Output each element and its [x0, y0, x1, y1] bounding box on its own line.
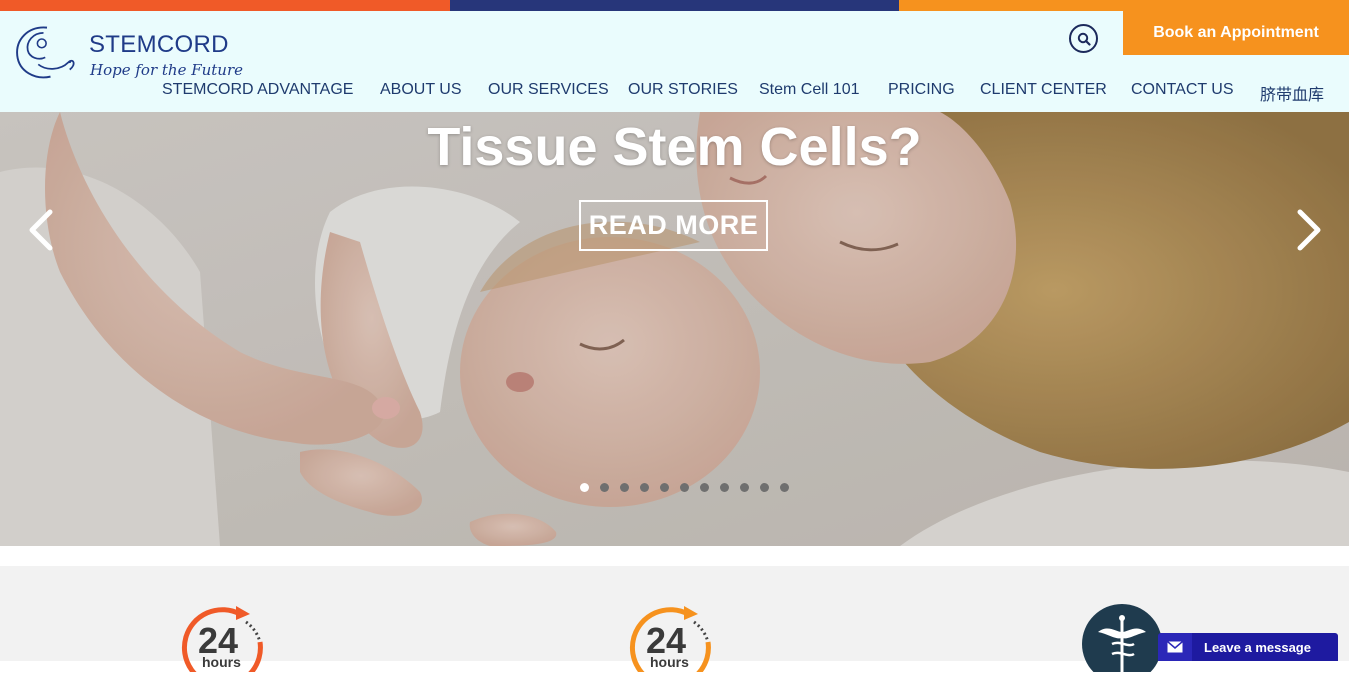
carousel-dot[interactable]	[640, 483, 649, 492]
nav-item-about-us[interactable]: ABOUT US	[380, 81, 462, 99]
site-header: STEMCORD Hope for the Future Book an App…	[0, 11, 1349, 112]
brand-name: STEMCORD	[89, 31, 229, 58]
carousel-dot[interactable]	[740, 483, 749, 492]
nav-item-stemcord-advantage[interactable]: STEMCORD ADVANTAGE	[162, 81, 353, 99]
logo-link[interactable]: STEMCORD Hope for the Future	[0, 11, 270, 81]
carousel-dot[interactable]	[660, 483, 669, 492]
carousel-dot[interactable]	[680, 483, 689, 492]
carousel-dot[interactable]	[600, 483, 609, 492]
caduceus-medical-icon	[1082, 604, 1162, 677]
nav-item-client-center[interactable]: CLIENT CENTER	[980, 81, 1107, 99]
leave-message-label: Leave a message	[1204, 639, 1311, 655]
features-section: 24 hours 24 hours	[0, 566, 1349, 677]
feature-medical	[1080, 602, 1170, 677]
top-strip-amber	[899, 0, 1349, 11]
hero-carousel: Tissue Stem Cells? READ MORE	[0, 112, 1349, 546]
feature-24h-orange: 24 hours	[180, 602, 270, 677]
carousel-dot[interactable]	[620, 483, 629, 492]
nav-item-contact-us[interactable]: CONTACT US	[1131, 81, 1234, 99]
chevron-right-icon[interactable]	[1292, 208, 1326, 252]
feature-24h-amber: 24 hours	[628, 602, 718, 677]
carousel-dot[interactable]	[700, 483, 709, 492]
nav-item-our-stories[interactable]: OUR STORIES	[628, 81, 738, 99]
nav-item-pricing[interactable]: PRICING	[888, 81, 955, 99]
read-more-button[interactable]: READ MORE	[579, 200, 768, 251]
top-strip-orange	[0, 0, 450, 11]
search-button[interactable]	[1069, 24, 1098, 53]
search-icon	[1077, 32, 1091, 46]
carousel-dot[interactable]	[780, 483, 789, 492]
top-color-strip	[0, 0, 1349, 11]
main-nav: STEMCORD ADVANTAGE ABOUT US OUR SERVICES…	[0, 81, 1349, 105]
nav-item-chinese-site[interactable]: 脐带血库	[1260, 81, 1324, 105]
carousel-dot[interactable]	[720, 483, 729, 492]
carousel-dot[interactable]	[760, 483, 769, 492]
chevron-left-icon[interactable]	[24, 208, 58, 252]
envelope-icon	[1158, 633, 1192, 661]
feature-unit: hours	[202, 654, 241, 670]
mother-baby-logo-icon	[16, 26, 75, 79]
nav-item-stem-cell-101[interactable]: Stem Cell 101	[759, 81, 860, 99]
hero-title: Tissue Stem Cells?	[427, 117, 922, 177]
carousel-dots	[580, 483, 789, 492]
book-appointment-button[interactable]: Book an Appointment	[1123, 11, 1349, 55]
leave-message-button[interactable]: Leave a message	[1158, 633, 1338, 661]
feature-unit: hours	[650, 654, 689, 670]
brand-tagline: Hope for the Future	[90, 61, 244, 79]
top-strip-navy	[449, 0, 900, 11]
nav-item-our-services[interactable]: OUR SERVICES	[488, 81, 609, 99]
carousel-dot[interactable]	[580, 483, 589, 492]
